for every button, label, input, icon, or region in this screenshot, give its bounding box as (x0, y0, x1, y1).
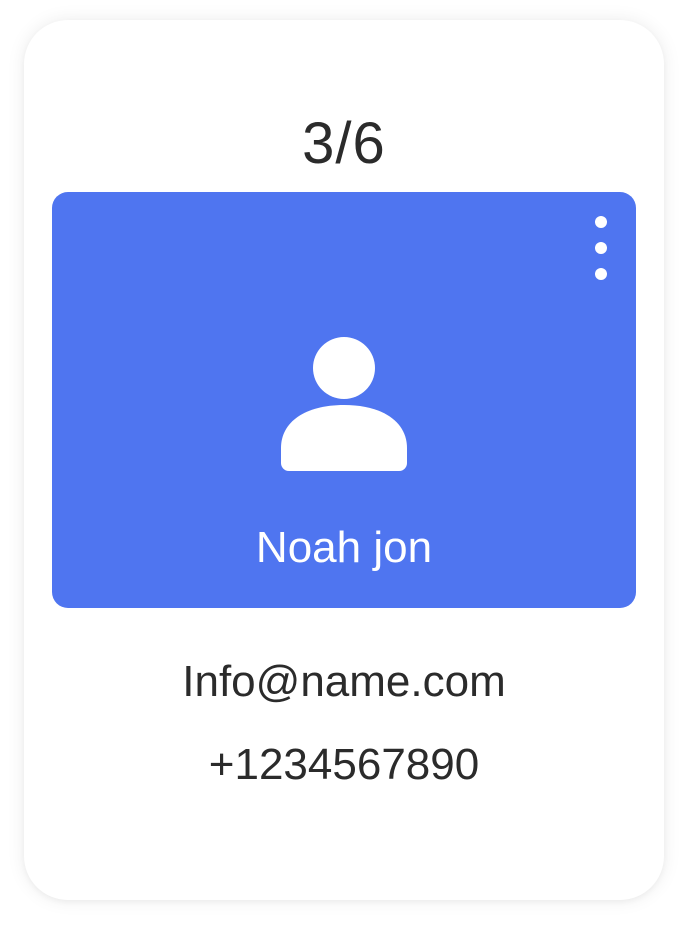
more-options-button[interactable] (586, 216, 616, 296)
profile-panel: Noah jon (52, 192, 636, 608)
more-vertical-icon (595, 268, 607, 280)
more-vertical-icon (595, 242, 607, 254)
profile-name: Noah jon (255, 523, 433, 572)
page-counter: 3/6 (302, 111, 386, 176)
contact-card: 3/6 Noah jon Info@name.com +1234567890 (24, 20, 664, 900)
more-vertical-icon (595, 216, 607, 228)
email-text: Info@name.com (182, 657, 506, 706)
user-icon (281, 337, 407, 471)
phone-text: +1234567890 (208, 740, 480, 789)
